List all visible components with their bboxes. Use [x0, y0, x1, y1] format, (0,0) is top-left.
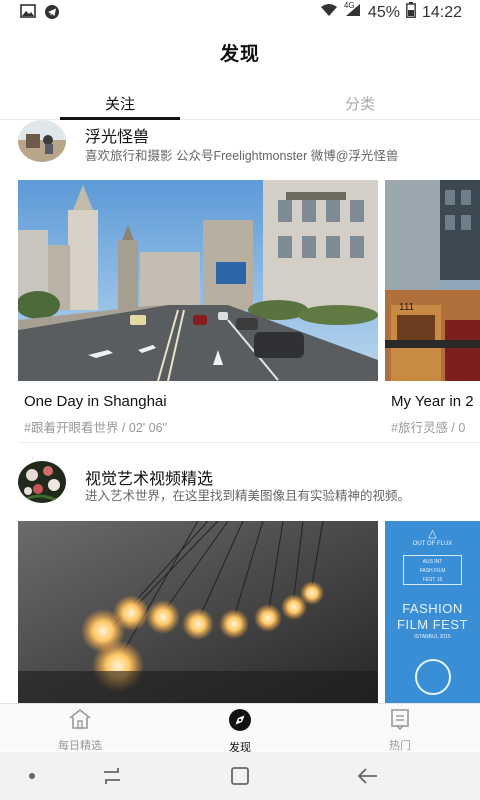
poster-badge: AUS INT FASH FILM FEST 15	[403, 555, 462, 585]
video-thumbnail[interactable]: 111	[385, 180, 480, 381]
video-thumbnail[interactable]	[18, 180, 378, 381]
poster-city: ISTANBUL 2015	[414, 634, 451, 640]
video-tag[interactable]: #跟着开眼看世界 / 02' 06"	[24, 417, 167, 436]
avatar[interactable]	[18, 120, 66, 162]
hot-list-icon	[389, 708, 411, 735]
back-arrow-icon[interactable]	[356, 764, 380, 788]
channel-description: 进入艺术世界，在这里找到精美图像且有实验精神的视频。	[85, 489, 411, 503]
channel-header[interactable]: 浮光怪兽 喜欢旅行和摄影 公众号Freelightmonster 微博@浮光怪兽	[0, 120, 480, 170]
telegram-icon	[44, 4, 60, 25]
avatar[interactable]	[18, 461, 66, 503]
signal-icon: 4G	[343, 1, 362, 22]
title-bar: 发现	[0, 24, 480, 80]
tab-category[interactable]: 分类	[300, 86, 420, 120]
video-tag[interactable]: #旅行灵感 / 0	[391, 417, 465, 436]
channel-description: 喜欢旅行和摄影 公众号Freelightmonster 微博@浮光怪兽	[85, 149, 399, 163]
wifi-icon	[320, 3, 338, 22]
recents-icon[interactable]	[100, 764, 124, 788]
home-icon	[68, 708, 92, 735]
battery-icon	[406, 2, 416, 23]
video-thumbnail[interactable]	[18, 521, 378, 703]
tab-label: 每日精选	[58, 740, 102, 752]
channel-header[interactable]: 视觉艺术视频精选 进入艺术世界，在这里找到精美图像且有实验精神的视频。	[0, 460, 480, 510]
poster-badge-line: FEST 15	[422, 577, 443, 583]
poster-title: FILM FEST	[397, 617, 468, 632]
poster-top-text: OUT OF FLUX	[412, 541, 453, 547]
tab-label: 热门	[389, 740, 411, 752]
clock: 14:22	[421, 3, 462, 21]
poster-triangle: △	[428, 528, 437, 540]
poster-badge-line: FASH FILM	[419, 568, 446, 574]
svg-text:111: 111	[399, 302, 415, 313]
home-button-icon[interactable]	[228, 764, 252, 788]
poster-badge-line: AUS INT	[422, 559, 443, 565]
page-title: 发现	[219, 43, 260, 65]
network-type-label: 4G	[343, 1, 355, 10]
poster-title: FASHION	[402, 601, 463, 616]
video-thumbnail[interactable]: △ OUT OF FLUX AUS INT FASH FILM FEST 15 …	[385, 521, 480, 703]
channel-name: 浮光怪兽	[85, 129, 150, 146]
dot-icon[interactable]	[20, 764, 44, 788]
bottom-tab-bar: 每日精选 发现 热门	[0, 703, 480, 754]
system-navigation-bar	[0, 752, 480, 800]
tab-hot[interactable]: 热门	[360, 708, 440, 753]
tab-daily-picks[interactable]: 每日精选	[40, 708, 120, 753]
gallery-icon	[20, 4, 36, 25]
compass-icon	[228, 708, 252, 737]
divider	[18, 442, 480, 443]
video-title[interactable]: One Day in Shanghai	[24, 393, 167, 410]
status-bar: 4G 45% 14:22	[0, 0, 480, 24]
video-title[interactable]: My Year in 2	[391, 393, 474, 410]
battery-percent: 45%	[367, 3, 400, 21]
tab-follow[interactable]: 关注	[60, 86, 180, 120]
poster-seal	[415, 659, 451, 695]
tab-discover[interactable]: 发现	[200, 708, 280, 755]
tab-bar: 关注 分类	[0, 86, 480, 120]
